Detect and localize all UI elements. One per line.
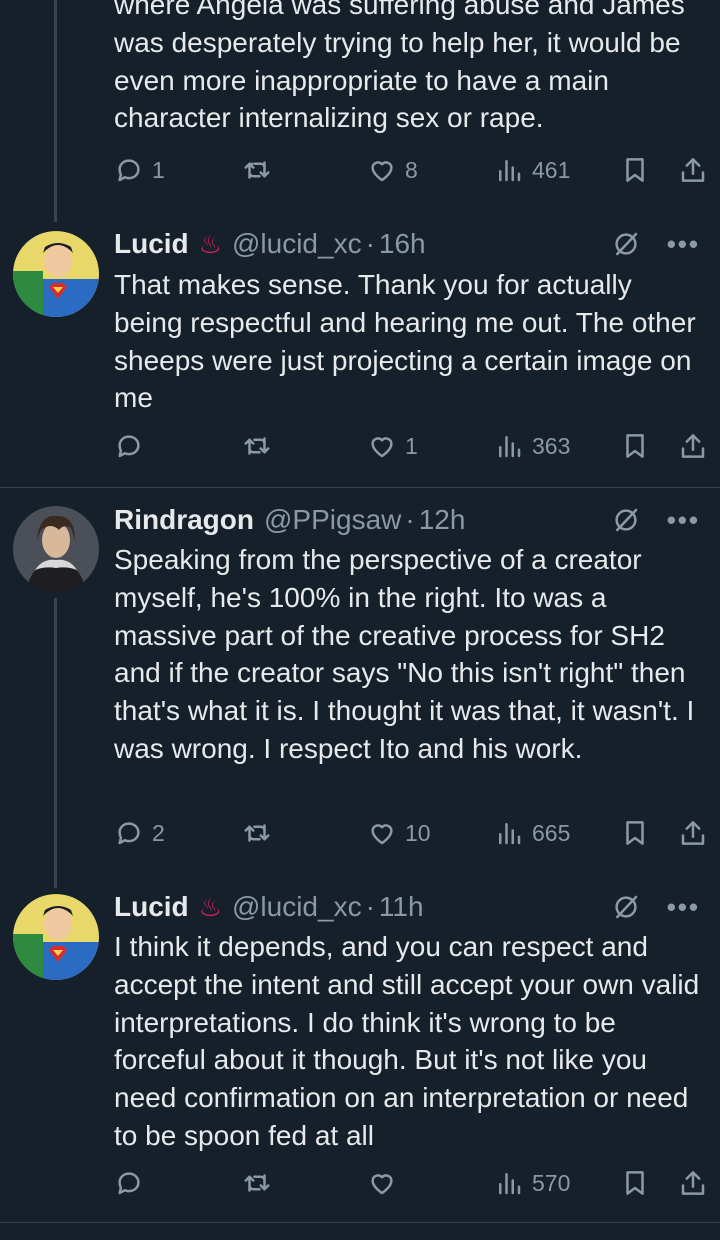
reply-count: 1 [152,156,165,183]
like-button[interactable] [367,1163,405,1203]
share-button[interactable] [678,426,708,466]
more-icon[interactable]: ••• [667,229,700,260]
views-count: 461 [532,156,571,183]
like-count: 10 [405,819,431,846]
share-button[interactable] [678,1163,708,1203]
share-button[interactable] [678,150,708,190]
views-button[interactable]: 665 [494,813,570,853]
reply-icon [118,1172,140,1195]
retweet-button[interactable] [242,813,280,853]
tweet-header: Lucid ♨ @lucid_xc · 11h ••• [114,889,700,925]
like-count: 1 [405,432,418,459]
retweet-icon [244,824,270,842]
user-handle[interactable]: @lucid_xc [232,228,362,260]
separator-dot: · [365,891,375,922]
reply-icon [118,822,140,845]
tweet-text: where Angela was suffering abuse and Jam… [114,0,685,134]
tweet-actions: 2 10 665 [114,813,720,853]
avatar[interactable] [13,506,99,592]
reply-button[interactable] [114,426,152,466]
tweet-header: Lucid ♨ @lucid_xc · 16h ••• [114,226,700,262]
user-handle[interactable]: @PPigsaw [264,504,401,536]
separator-dot: · [405,504,415,535]
retweet-button[interactable] [242,426,280,466]
separator-dot: · [365,228,375,259]
tweet[interactable]: Rindragon @PPigsaw · 12h ••• Speaking fr… [0,488,720,870]
avatar[interactable] [13,231,99,317]
like-icon [371,161,393,182]
timestamp[interactable]: 16h [379,228,426,260]
views-icon [499,823,521,845]
tweet[interactable]: Lucid ♨ @lucid_xc · 11h ••• I think it d… [0,870,720,1222]
timestamp[interactable]: 11h [379,891,424,923]
reply-button[interactable]: 2 [114,813,165,853]
hot-springs-icon: ♨ [198,228,222,259]
views-icon [499,436,521,458]
reply-icon [118,435,140,458]
tweet-actions: 1 8 461 [114,150,720,190]
grok-icon[interactable] [611,505,641,535]
avatar[interactable] [13,894,99,980]
reply-icon [118,159,140,182]
share-icon [681,821,705,845]
tweet-actions: 1 363 [114,426,720,466]
like-icon [371,1174,393,1195]
bookmark-icon [626,821,644,845]
tweet-divider [0,1222,720,1223]
retweet-icon [244,1174,270,1192]
tweet[interactable]: where Angela was suffering abuse and Jam… [0,0,720,205]
bookmark-icon [626,1171,644,1195]
like-icon [371,437,393,458]
share-button[interactable] [678,813,708,853]
user-handle[interactable]: @lucid_xc [232,891,362,923]
share-icon [681,158,705,182]
display-name[interactable]: Rindragon [114,504,254,536]
bookmark-button[interactable] [620,813,650,853]
reply-count: 2 [152,819,165,846]
like-button[interactable]: 10 [367,813,431,853]
retweet-icon [244,161,270,179]
reply-button[interactable]: 1 [114,150,165,190]
views-icon [499,160,521,182]
like-button[interactable]: 1 [367,426,418,466]
like-count: 8 [405,156,418,183]
retweet-button[interactable] [242,1163,280,1203]
views-count: 363 [532,432,571,459]
like-icon [371,824,393,845]
views-button[interactable]: 570 [494,1163,570,1203]
grok-icon[interactable] [611,229,641,259]
tweet[interactable]: Lucid ♨ @lucid_xc · 16h ••• That makes s… [0,205,720,487]
more-icon[interactable]: ••• [667,892,700,923]
tweet-text: Speaking from the perspective of a creat… [114,544,695,764]
share-icon [681,434,705,458]
tweet-header: Rindragon @PPigsaw · 12h ••• [114,502,700,538]
views-icon [499,1173,521,1195]
views-count: 665 [532,819,571,846]
bookmark-button[interactable] [620,426,650,466]
grok-icon[interactable] [611,892,641,922]
views-button[interactable]: 461 [494,150,570,190]
reply-button[interactable] [114,1163,152,1203]
tweet-text: That makes sense. Thank you for actually… [114,269,696,414]
bookmark-icon [626,434,644,458]
retweet-button[interactable] [242,150,280,190]
more-icon[interactable]: ••• [667,505,700,536]
display-name[interactable]: Lucid [114,891,189,923]
bookmark-button[interactable] [620,150,650,190]
tweet-text: I think it depends, and you can respect … [114,931,700,1151]
tweet-actions: 570 [114,1163,720,1203]
retweet-icon [244,437,270,455]
views-button[interactable]: 363 [494,426,570,466]
bookmark-icon [626,158,644,182]
views-count: 570 [532,1169,571,1196]
like-button[interactable]: 8 [367,150,418,190]
hot-springs-icon: ♨ [198,891,222,922]
share-icon [681,1171,705,1195]
timestamp[interactable]: 12h [419,504,466,536]
display-name[interactable]: Lucid [114,228,189,260]
bookmark-button[interactable] [620,1163,650,1203]
